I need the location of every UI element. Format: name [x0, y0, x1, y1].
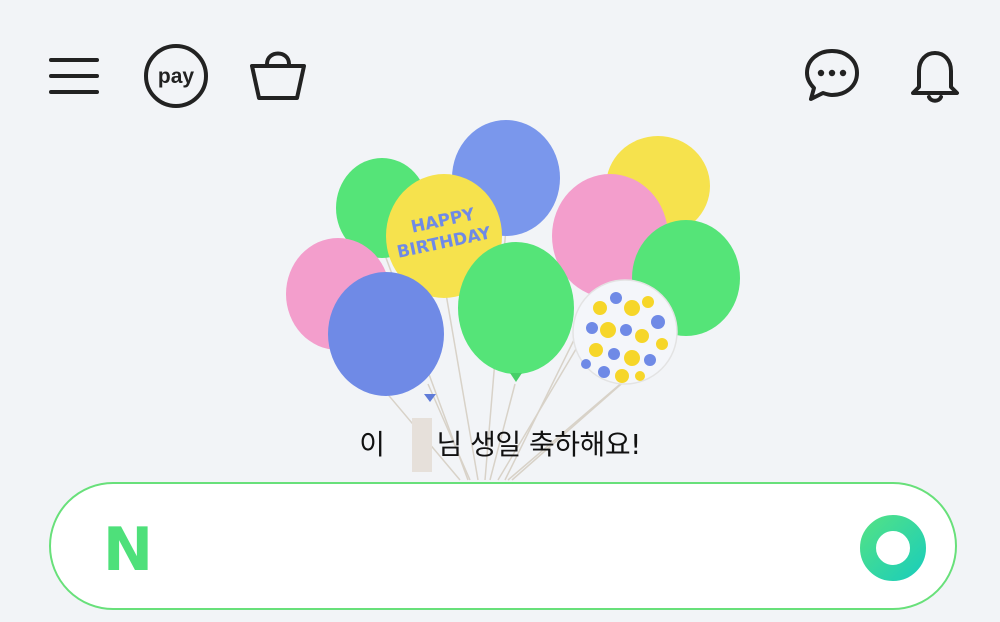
notification-button[interactable] [904, 44, 966, 106]
pay-label: pay [158, 65, 195, 88]
birthday-greeting: 이 님 생일 축하해요! [0, 418, 1000, 472]
menu-button[interactable] [44, 48, 104, 104]
greeting-prefix: 이 [359, 428, 385, 461]
redacted-name [412, 418, 433, 472]
bell-icon [911, 51, 959, 103]
shopping-button[interactable] [244, 40, 312, 106]
naver-logo-letter: N [103, 520, 153, 576]
shopping-bag-icon [250, 51, 306, 100]
menu-icon [49, 58, 99, 94]
pay-button[interactable]: pay [140, 42, 212, 110]
search-bar[interactable]: N [49, 482, 957, 610]
greeting-suffix: 님 생일 축하해요! [436, 428, 641, 461]
pay-icon: pay [144, 44, 208, 108]
naver-logo-icon: N [103, 520, 153, 576]
talk-button[interactable] [800, 44, 864, 106]
search-input[interactable] [181, 514, 825, 580]
search-submit-icon[interactable] [857, 512, 929, 584]
talk-icon [805, 49, 859, 101]
